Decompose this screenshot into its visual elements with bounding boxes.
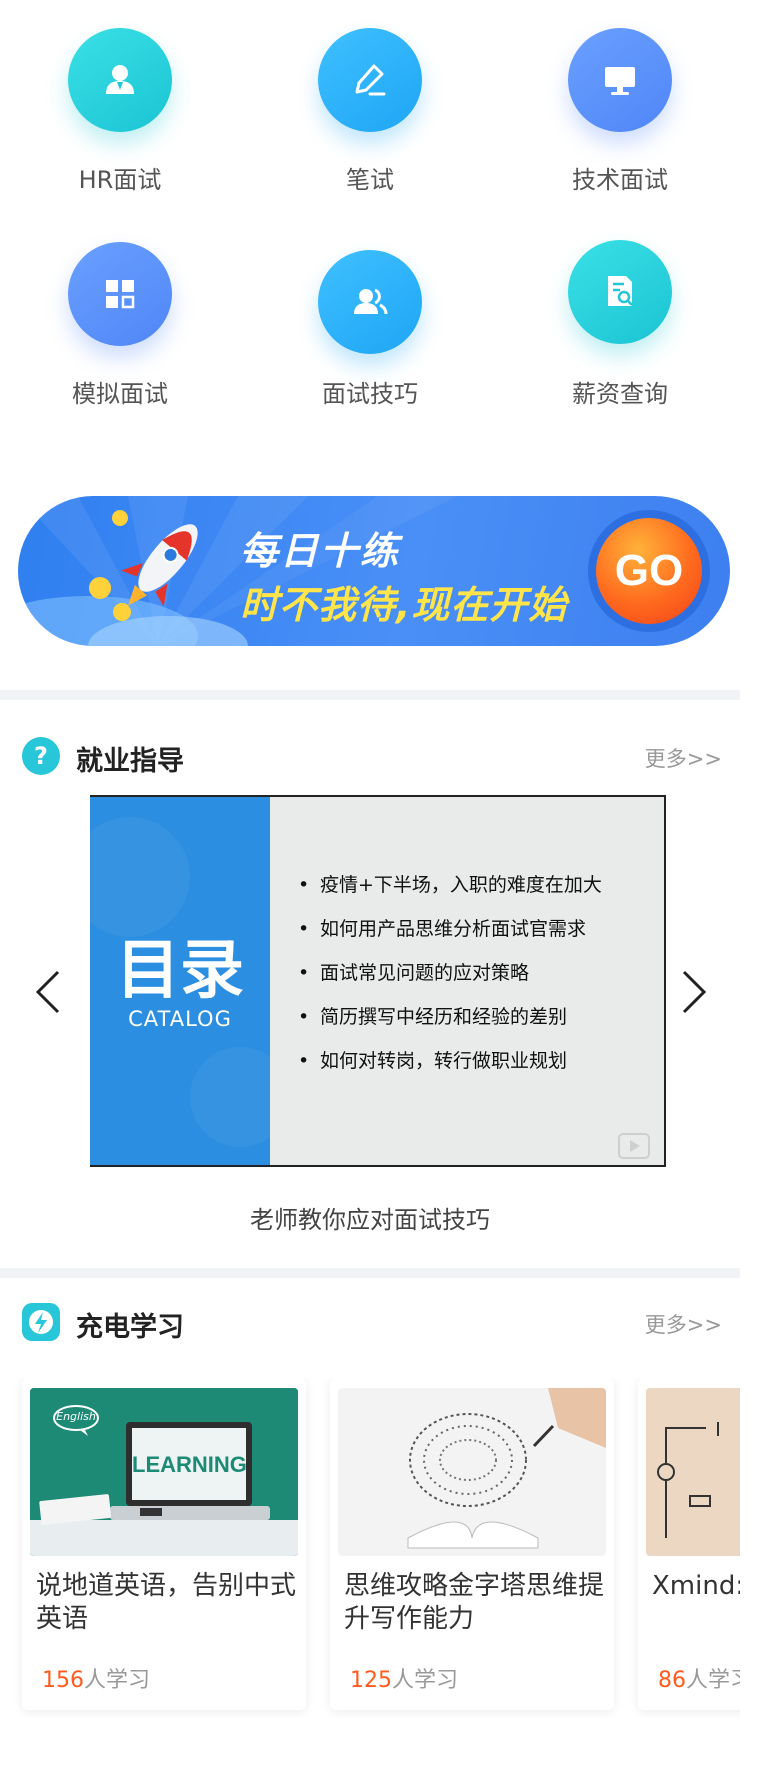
document-search-icon [568, 240, 672, 344]
go-button[interactable]: GO [588, 510, 710, 632]
entry-label: 笔试 [346, 166, 394, 194]
english-bubble-text: English [56, 1410, 96, 1423]
course-card[interactable]: Xmind:零基础 86人学习 [638, 1378, 740, 1710]
entry-label: HR面试 [78, 166, 162, 194]
entry-label: 面试技巧 [322, 380, 418, 408]
count-suffix: 人学习 [392, 1668, 459, 1693]
entry-label: 模拟面试 [72, 380, 168, 408]
course-image [646, 1388, 740, 1556]
people-icon [318, 250, 422, 354]
banner-title: 每日十练 [240, 529, 401, 573]
guidance-header: ? 就业指导 更多>> [22, 737, 722, 777]
slide-list-item: 如何用产品思维分析面试官需求 [298, 907, 602, 951]
quick-entry-grid: HR面试 笔试 技术面试 模拟面试 面试技巧 薪资查询 [0, 0, 740, 470]
slide-list-item: 如何对转岗，转行做职业规划 [298, 1039, 602, 1083]
entry-interview-tips[interactable]: 面试技巧 [250, 250, 490, 409]
count-suffix: 人学习 [84, 1668, 151, 1693]
count-suffix: 人学习 [686, 1668, 740, 1693]
course-learner-count: 125人学习 [350, 1662, 458, 1694]
entry-tech-interview[interactable]: 技术面试 [500, 28, 740, 195]
play-icon[interactable] [618, 1133, 650, 1159]
course-title: 说地道英语，告别中式英语 [36, 1571, 297, 1634]
slide-list: 疫情+下半场，入职的难度在加大 如何用产品思维分析面试官需求 面试常见问题的应对… [298, 863, 602, 1083]
slide-caption: 老师教你应对面试技巧 [250, 1206, 490, 1234]
slide-catalog-label: CATALOG [128, 1007, 232, 1031]
course-learner-count: 156人学习 [42, 1662, 150, 1694]
count-number: 125 [350, 1668, 392, 1693]
course-card[interactable]: LEARNING English 说地道英语，告别中式英语 156人学习 [22, 1378, 306, 1710]
section-divider [0, 1268, 740, 1278]
brain-book-illustration [338, 1388, 606, 1556]
entry-salary-query[interactable]: 薪资查询 [500, 240, 740, 409]
count-number: 156 [42, 1668, 84, 1693]
grid-icon [68, 242, 172, 346]
slide-list-item: 疫情+下半场，入职的难度在加大 [298, 863, 602, 907]
banner-subtitle: 时不我待,现在开始 [240, 583, 568, 627]
study-header: 充电学习 更多>> [22, 1303, 722, 1343]
rocket-icon [89, 510, 198, 621]
course-title: Xmind:零基础 [652, 1571, 740, 1601]
entry-hr-interview[interactable]: HR面试 [0, 28, 240, 195]
entry-mock-interview[interactable]: 模拟面试 [0, 242, 240, 409]
count-number: 86 [658, 1668, 686, 1693]
course-learner-count: 86人学习 [658, 1662, 740, 1694]
circuit-illustration [646, 1388, 740, 1556]
go-button-label: GO [596, 518, 702, 624]
section-divider [0, 690, 740, 700]
question-icon: ? [22, 737, 60, 775]
more-link[interactable]: 更多>> [645, 1309, 722, 1339]
section-title: 充电学习 [76, 1312, 184, 1343]
course-card[interactable]: 思维攻略金字塔思维提升写作能力 125人学习 [330, 1378, 614, 1710]
lightning-icon [22, 1303, 60, 1341]
pen-icon [318, 28, 422, 132]
guidance-video-slide[interactable]: 目录 CATALOG 疫情+下半场，入职的难度在加大 如何用产品思维分析面试官需… [90, 795, 666, 1167]
slide-big-title: 目录 [116, 934, 244, 1008]
course-image: LEARNING English [30, 1388, 298, 1556]
more-link[interactable]: 更多>> [645, 743, 722, 773]
section-title: 就业指导 [76, 746, 184, 777]
slide-list-item: 简历撰写中经历和经验的差别 [298, 995, 602, 1039]
entry-label: 技术面试 [572, 166, 668, 194]
course-title: 思维攻略金字塔思维提升写作能力 [344, 1571, 605, 1634]
entry-written-test[interactable]: 笔试 [250, 28, 490, 195]
entry-label: 薪资查询 [572, 380, 668, 408]
course-list: LEARNING English 说地道英语，告别中式英语 156人学习 思维攻… [0, 1378, 740, 1718]
course-image [338, 1388, 606, 1556]
chevron-left-icon[interactable] [30, 962, 70, 1022]
svg-text:?: ? [34, 742, 48, 770]
learning-screen-text: LEARNING [132, 1452, 247, 1477]
monitor-icon [568, 28, 672, 132]
slide-list-item: 面试常见问题的应对策略 [298, 951, 602, 995]
chevron-right-icon[interactable] [672, 962, 712, 1022]
daily-practice-banner[interactable]: 每日十练 时不我待,现在开始 GO [18, 496, 730, 646]
slide-left-panel: 目录 CATALOG [90, 797, 270, 1165]
user-icon [68, 28, 172, 132]
